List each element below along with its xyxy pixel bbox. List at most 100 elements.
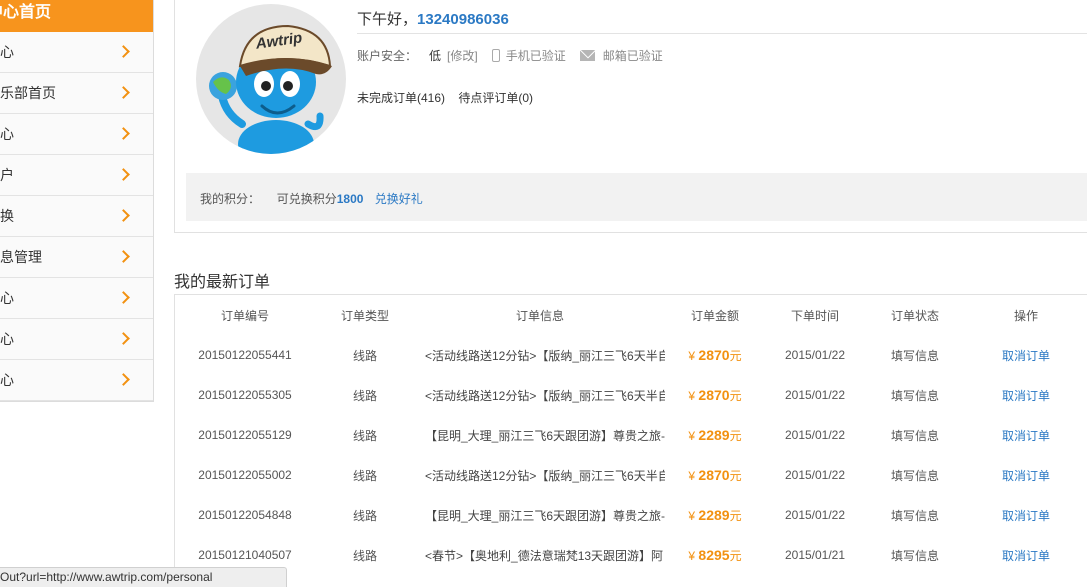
currency-unit: 元: [729, 508, 742, 523]
sidebar-item[interactable]: 换: [0, 196, 153, 237]
order-info[interactable]: <活动线路送12分钻>【版纳_丽江三飞6天半自: [415, 335, 665, 375]
order-info[interactable]: <活动线路送12分钻>【版纳_丽江三飞6天半自: [415, 375, 665, 415]
sidebar: 中心首页 心乐部首页心户换息管理心心心: [0, 0, 154, 402]
order-info[interactable]: <春节>【奥地利_德法意瑞梵13天跟团游】阿: [415, 535, 665, 575]
modify-link[interactable]: [修改]: [447, 47, 478, 64]
order-status: 填写信息: [890, 508, 939, 523]
order-amount: ¥ 2870元: [665, 335, 765, 375]
order-info[interactable]: 【昆明_大理_丽江三飞6天跟团游】尊贵之旅--: [415, 415, 665, 455]
sidebar-item[interactable]: 户: [0, 155, 153, 196]
order-status: 填写信息: [890, 348, 939, 363]
order-type: 线路: [352, 428, 377, 443]
orders-header-row: 订单编号 订单类型 订单信息 订单金额 下单时间 订单状态 操作: [175, 295, 1087, 335]
order-id: 20150122055002: [198, 468, 292, 482]
column-header: 订单类型: [340, 308, 389, 323]
sidebar-item-label: 心: [0, 372, 14, 388]
order-date: 2015/01/22: [784, 348, 846, 362]
mobile-phone-icon: [491, 49, 500, 62]
order-info[interactable]: 【昆明_大理_丽江三飞6天跟团游】尊贵之旅--: [415, 495, 665, 535]
order-date: 2015/01/22: [784, 508, 846, 522]
order-id: 20150122055305: [198, 388, 292, 402]
order-type: 线路: [352, 548, 377, 563]
amount-value: 2289: [698, 426, 730, 443]
pending-reviews-link[interactable]: 待点评订单(0): [458, 91, 533, 105]
amount-value: 2289: [698, 506, 730, 523]
order-type: 线路: [352, 388, 377, 403]
currency-unit: 元: [729, 468, 742, 483]
order-id: 20150122054848: [198, 508, 292, 522]
amount-value: 2870: [698, 386, 730, 403]
order-amount: ¥ 2870元: [665, 375, 765, 415]
cancel-order-link[interactable]: 取消订单: [965, 335, 1087, 375]
security-level: 低: [429, 49, 442, 63]
currency-unit: 元: [729, 548, 742, 563]
redeemable-label: 可兑换积分: [276, 192, 337, 206]
sidebar-item[interactable]: 心: [0, 319, 153, 360]
sidebar-header[interactable]: 中心首页: [0, 0, 153, 32]
order-counts: 未完成订单(416) 待点评订单(0): [357, 89, 533, 106]
cancel-order-link[interactable]: 取消订单: [965, 535, 1087, 575]
order-type: 线路: [352, 508, 377, 523]
currency-symbol: ¥: [688, 428, 696, 443]
order-amount: ¥ 2289元: [665, 415, 765, 455]
chevron-right-icon: [117, 332, 130, 345]
sidebar-item[interactable]: 心: [0, 32, 153, 73]
table-row: 20150122055305 线路 <活动线路送12分钻>【版纳_丽江三飞6天半自 ¥…: [175, 375, 1087, 415]
sidebar-item[interactable]: 乐部首页: [0, 73, 153, 114]
sidebar-item-label: 息管理: [0, 249, 42, 265]
sidebar-item-label: 心: [0, 44, 14, 60]
chevron-right-icon: [117, 373, 130, 386]
chevron-right-icon: [117, 86, 130, 99]
sidebar-item-label: 心: [0, 126, 14, 142]
order-date: 2015/01/22: [784, 388, 846, 402]
order-id: 20150122055441: [198, 348, 292, 362]
amount-value: 2870: [698, 346, 730, 363]
order-amount: ¥ 2870元: [665, 455, 765, 495]
sidebar-item[interactable]: 心: [0, 278, 153, 319]
status-bar-url: Out?url=http://www.awtrip.com/personal: [0, 567, 287, 587]
account-security: 账户安全： 低 [修改] 手机已验证 邮箱已验证: [357, 47, 663, 64]
amount-value: 8295: [698, 546, 730, 563]
table-row: 20150122055441 线路 <活动线路送12分钻>【版纳_丽江三飞6天半自 ¥…: [175, 335, 1087, 375]
mail-icon: [579, 50, 595, 61]
order-date: 2015/01/21: [784, 548, 846, 562]
unfinished-orders-link[interactable]: 未完成订单(416): [357, 91, 445, 105]
chevron-right-icon: [117, 250, 130, 263]
order-type: 线路: [352, 348, 377, 363]
points-bar: 我的积分： 可兑换积分1800 兑换好礼: [186, 173, 1087, 221]
cancel-order-link[interactable]: 取消订单: [965, 495, 1087, 535]
cancel-order-link[interactable]: 取消订单: [965, 415, 1087, 455]
orders-section: 订单编号 订单类型 订单信息 订单金额 下单时间 订单状态 操作 2015012205544…: [174, 294, 1087, 587]
chevron-right-icon: [117, 45, 130, 58]
email-verified-status: 邮箱已验证: [602, 49, 663, 63]
column-header: 订单编号: [220, 308, 269, 323]
phone-verified-status: 手机已验证: [505, 49, 566, 63]
mascot-image: Awtrip: [209, 24, 332, 154]
order-type: 线路: [352, 468, 377, 483]
order-amount: ¥ 8295元: [665, 535, 765, 575]
points-label: 我的积分：: [200, 192, 261, 206]
order-date: 2015/01/22: [784, 428, 846, 442]
avatar: Awtrip: [196, 4, 346, 154]
table-row: 20150122055002 线路 <活动线路送12分钻>【版纳_丽江三飞6天半自 ¥…: [175, 455, 1087, 495]
sidebar-item[interactable]: 心: [0, 360, 153, 401]
order-status: 填写信息: [890, 468, 939, 483]
sidebar-item-label: 户: [0, 167, 14, 183]
column-header: 下单时间: [790, 308, 839, 323]
table-row: 20150122055129 线路 【昆明_大理_丽江三飞6天跟团游】尊贵之旅-- ¥…: [175, 415, 1087, 455]
currency-unit: 元: [729, 348, 742, 363]
redeem-gifts-link[interactable]: 兑换好礼: [375, 192, 423, 206]
greeting-text: 下午好，: [357, 11, 418, 28]
cancel-order-link[interactable]: 取消订单: [965, 455, 1087, 495]
currency-symbol: ¥: [688, 508, 696, 523]
order-info[interactable]: <活动线路送12分钻>【版纳_丽江三飞6天半自: [415, 455, 665, 495]
sidebar-item[interactable]: 心: [0, 114, 153, 155]
orders-table: 订单编号 订单类型 订单信息 订单金额 下单时间 订单状态 操作 2015012205544…: [175, 295, 1087, 575]
greeting: 下午好，13240986036: [357, 8, 509, 29]
sidebar-header-label: 中心首页: [0, 4, 52, 21]
user-phone: 13240986036: [417, 11, 509, 28]
chevron-right-icon: [117, 127, 130, 140]
cancel-order-link[interactable]: 取消订单: [965, 375, 1087, 415]
sidebar-item-label: 心: [0, 331, 14, 347]
sidebar-item[interactable]: 息管理: [0, 237, 153, 278]
